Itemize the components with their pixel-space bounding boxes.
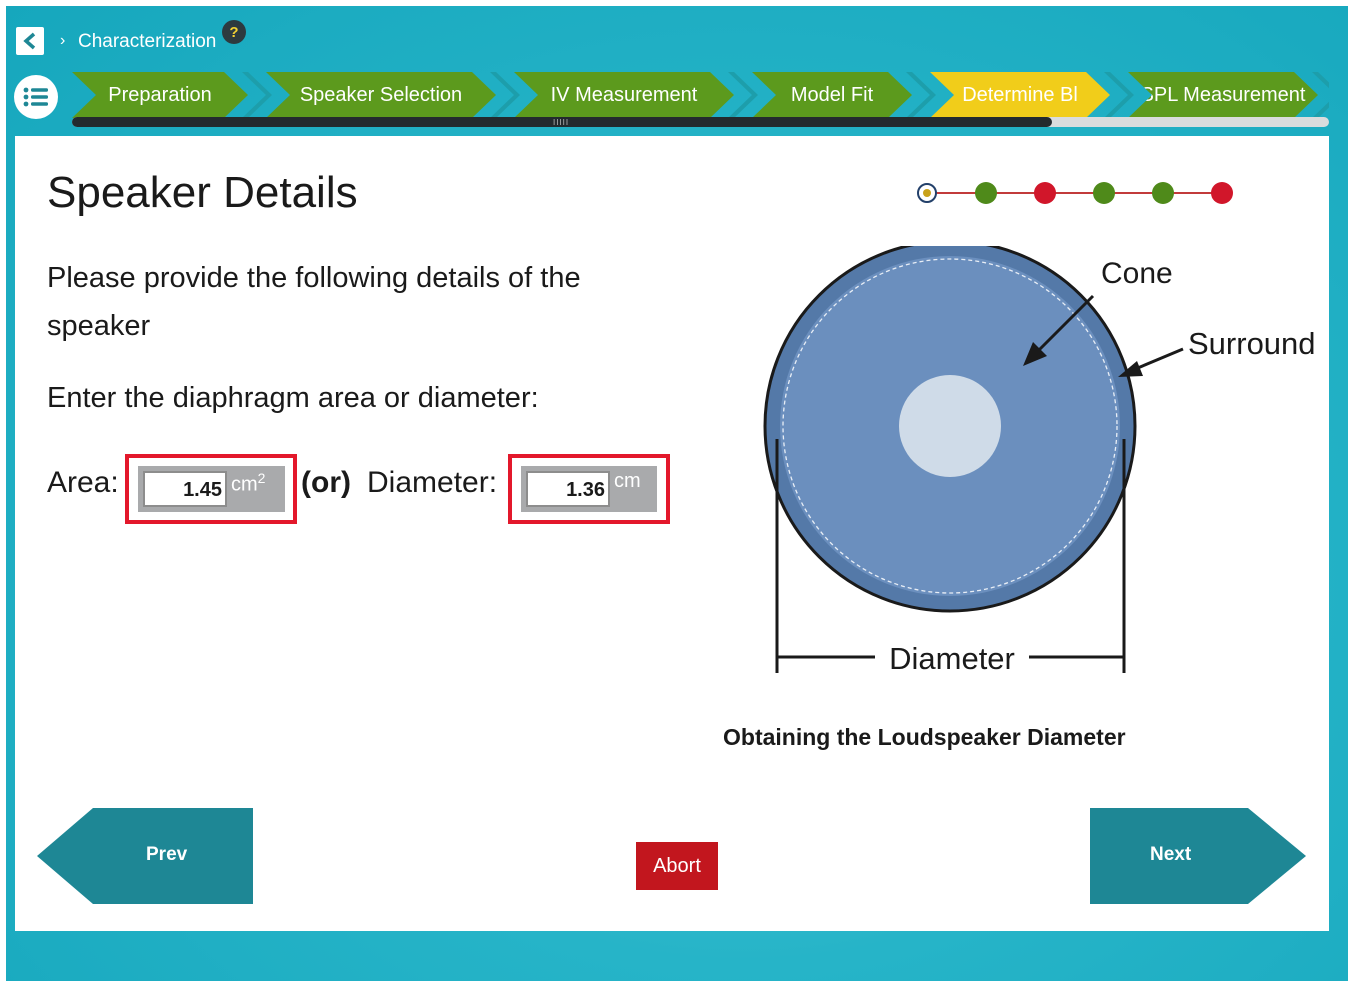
- diagram-caption: Obtaining the Loudspeaker Diameter: [723, 724, 1126, 750]
- area-field-highlight: cm2: [125, 454, 297, 524]
- next-button[interactable]: Next: [1090, 808, 1306, 904]
- sub-step-dot[interactable]: [975, 182, 997, 204]
- sub-step-dot[interactable]: [1211, 182, 1233, 204]
- step-label: Speaker Selection: [299, 83, 463, 106]
- breadcrumb-separator: ›: [60, 32, 66, 49]
- breadcrumb[interactable]: Characterization: [78, 31, 216, 53]
- description-text: Please provide the following details of …: [47, 262, 581, 342]
- app-window: › Characterization ? Preparation Speaker…: [6, 6, 1348, 981]
- step-progress-bar[interactable]: [72, 117, 1329, 127]
- area-field: cm2: [138, 466, 285, 512]
- step-iv-measurement[interactable]: IV Measurement: [514, 72, 734, 118]
- step-spl-measurement[interactable]: SPL Measurement: [1128, 72, 1318, 118]
- prev-button[interactable]: Prev: [37, 808, 253, 904]
- area-unit-text: cm: [231, 473, 258, 496]
- diameter-text: Diameter: [889, 641, 1015, 676]
- sub-step-indicator: [917, 182, 1233, 204]
- surround-text: Surround: [1188, 326, 1315, 361]
- help-icon[interactable]: ?: [222, 20, 246, 44]
- surround-arrow-line: [1132, 347, 1184, 372]
- speaker-dust-cap: [899, 375, 1001, 477]
- diameter-field: cm: [521, 466, 657, 512]
- diameter-unit: cm: [614, 470, 641, 492]
- prev-label: Prev: [146, 844, 188, 865]
- sub-step-dot[interactable]: [1093, 182, 1115, 204]
- prompt-text: Enter the diaphragm area or diameter:: [47, 382, 539, 414]
- sub-step-dot-current-center: [923, 189, 931, 197]
- page-title: Speaker Details: [47, 168, 358, 217]
- step-model-fit[interactable]: Model Fit: [752, 72, 912, 118]
- area-input[interactable]: [142, 473, 225, 507]
- step-label: Determine Bl: [962, 83, 1078, 106]
- step-determine-bl[interactable]: Determine Bl: [930, 72, 1110, 118]
- step-speaker-selection[interactable]: Speaker Selection: [266, 72, 496, 118]
- next-label: Next: [1150, 844, 1192, 865]
- abort-label: Abort: [653, 854, 701, 877]
- step-label: IV Measurement: [550, 83, 698, 106]
- diameter-input-box[interactable]: [525, 471, 610, 507]
- back-button[interactable]: [16, 27, 44, 55]
- diameter-field-highlight: cm: [508, 454, 670, 524]
- or-label: (or): [301, 466, 351, 499]
- area-unit-sup: 2: [257, 470, 266, 486]
- menu-button[interactable]: [14, 75, 58, 119]
- list-icon: [23, 87, 48, 107]
- diameter-label: Diameter:: [367, 466, 498, 499]
- diameter-input[interactable]: [525, 473, 608, 507]
- abort-button[interactable]: Abort: [636, 842, 718, 890]
- scroll-grip-icon[interactable]: IIIII: [553, 118, 569, 127]
- step-label: Model Fit: [790, 83, 874, 106]
- area-input-box[interactable]: [142, 471, 227, 507]
- area-unit: cm2: [231, 470, 265, 497]
- speaker-diagram: Diameter Cone Surround: [763, 246, 1315, 676]
- step-label: SPL Measurement: [1140, 83, 1306, 106]
- sub-step-dot[interactable]: [1152, 182, 1174, 204]
- step-preparation[interactable]: Preparation: [72, 72, 248, 118]
- cone-text: Cone: [1101, 257, 1173, 290]
- content-panel: Speaker Details Please provide the follo…: [15, 136, 1329, 931]
- sub-step-dot[interactable]: [1034, 182, 1056, 204]
- step-label: Preparation: [108, 83, 212, 106]
- area-label: Area:: [47, 466, 119, 499]
- chevron-left-icon: [23, 32, 36, 50]
